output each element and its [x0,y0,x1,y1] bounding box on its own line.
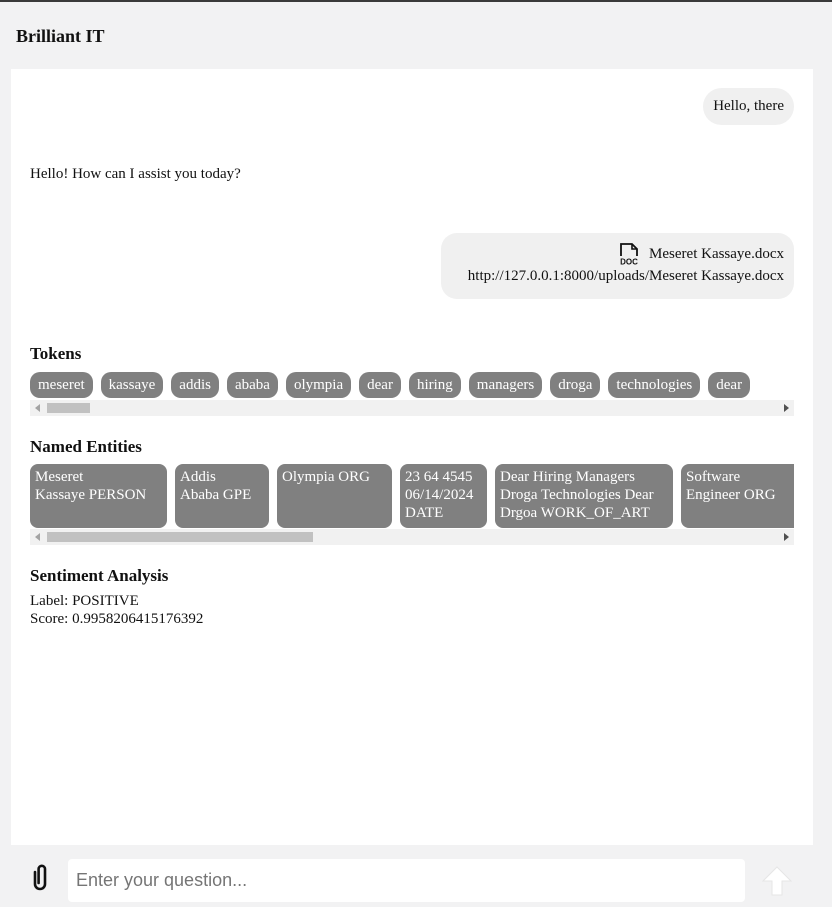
svg-text:DOC: DOC [620,258,638,267]
file-message-bubble: DOC Meseret Kassaye.docx http://127.0.0.… [441,233,794,299]
question-input[interactable] [68,859,745,902]
token-chip: ababa [226,372,278,398]
entity-chip: Addis Ababa GPE [175,464,269,528]
sentiment-score: Score: 0.9958206415176392 [30,611,204,627]
user-message-text: Hello, there [713,98,784,114]
token-chip: addis [171,372,219,398]
tokens-scrollbar[interactable] [30,400,794,416]
entity-list: Meseret Kassaye PERSON Addis Ababa GPE O… [30,464,794,528]
user-message-bubble: Hello, there [703,88,794,125]
arrow-up-icon[interactable] [759,863,795,899]
token-chip: hiring [408,372,461,398]
token-chip: dear [708,372,751,398]
token-chip: technologies [608,372,701,398]
token-chip: kassaye [100,372,164,398]
entity-chip: Olympia ORG [277,464,392,528]
scroll-right-arrow-icon[interactable] [784,404,789,412]
token-chip: meseret [30,372,93,398]
token-chip: managers [468,372,543,398]
entity-chip: Software Engineer ORG [681,464,794,528]
entities-scroll-area[interactable]: Meseret Kassaye PERSON Addis Ababa GPE O… [30,464,794,528]
scroll-left-arrow-icon[interactable] [35,533,40,541]
token-list: meseret kassaye addis ababa olympia dear hirin… [30,372,794,398]
token-chip: dear [359,372,401,398]
composer-bar [11,845,813,907]
app-title: Brilliant IT [16,26,105,46]
entity-chip: 23 64 4545 06/14/2024 DATE [400,464,487,528]
tokens-scroll-area[interactable]: meseret kassaye addis ababa olympia dear hirin… [30,372,794,400]
scroll-left-arrow-icon[interactable] [35,404,40,412]
scrollbar-thumb[interactable] [47,532,313,542]
entities-scrollbar[interactable] [30,529,794,545]
bot-message-text: Hello! How can I assist you today? [30,166,241,182]
sentiment-result: Label: POSITIVE Score: 0.995820641517639… [30,592,203,628]
app-header: Brilliant IT [11,2,813,69]
scroll-right-arrow-icon[interactable] [784,533,789,541]
scrollbar-thumb[interactable] [47,403,90,413]
token-chip: olympia [285,372,352,398]
named-entities-title: Named Entities [30,437,142,456]
entity-chip: Dear Hiring Managers Droga Technologies … [495,464,673,528]
file-name[interactable]: Meseret Kassaye.docx [649,246,784,263]
paperclip-icon[interactable] [27,863,53,893]
tokens-title: Tokens [30,344,82,363]
token-chip: droga [550,372,601,398]
entity-chip: Meseret Kassaye PERSON [30,464,167,528]
chat-window: Brilliant IT Hello, there Hello! How can… [11,2,813,907]
sentiment-title: Sentiment Analysis [30,566,169,585]
sentiment-label: Label: POSITIVE [30,593,139,609]
doc-file-icon: DOC [620,243,638,267]
file-url-link[interactable]: http://127.0.0.1:8000/uploads/Meseret Ka… [451,268,784,285]
